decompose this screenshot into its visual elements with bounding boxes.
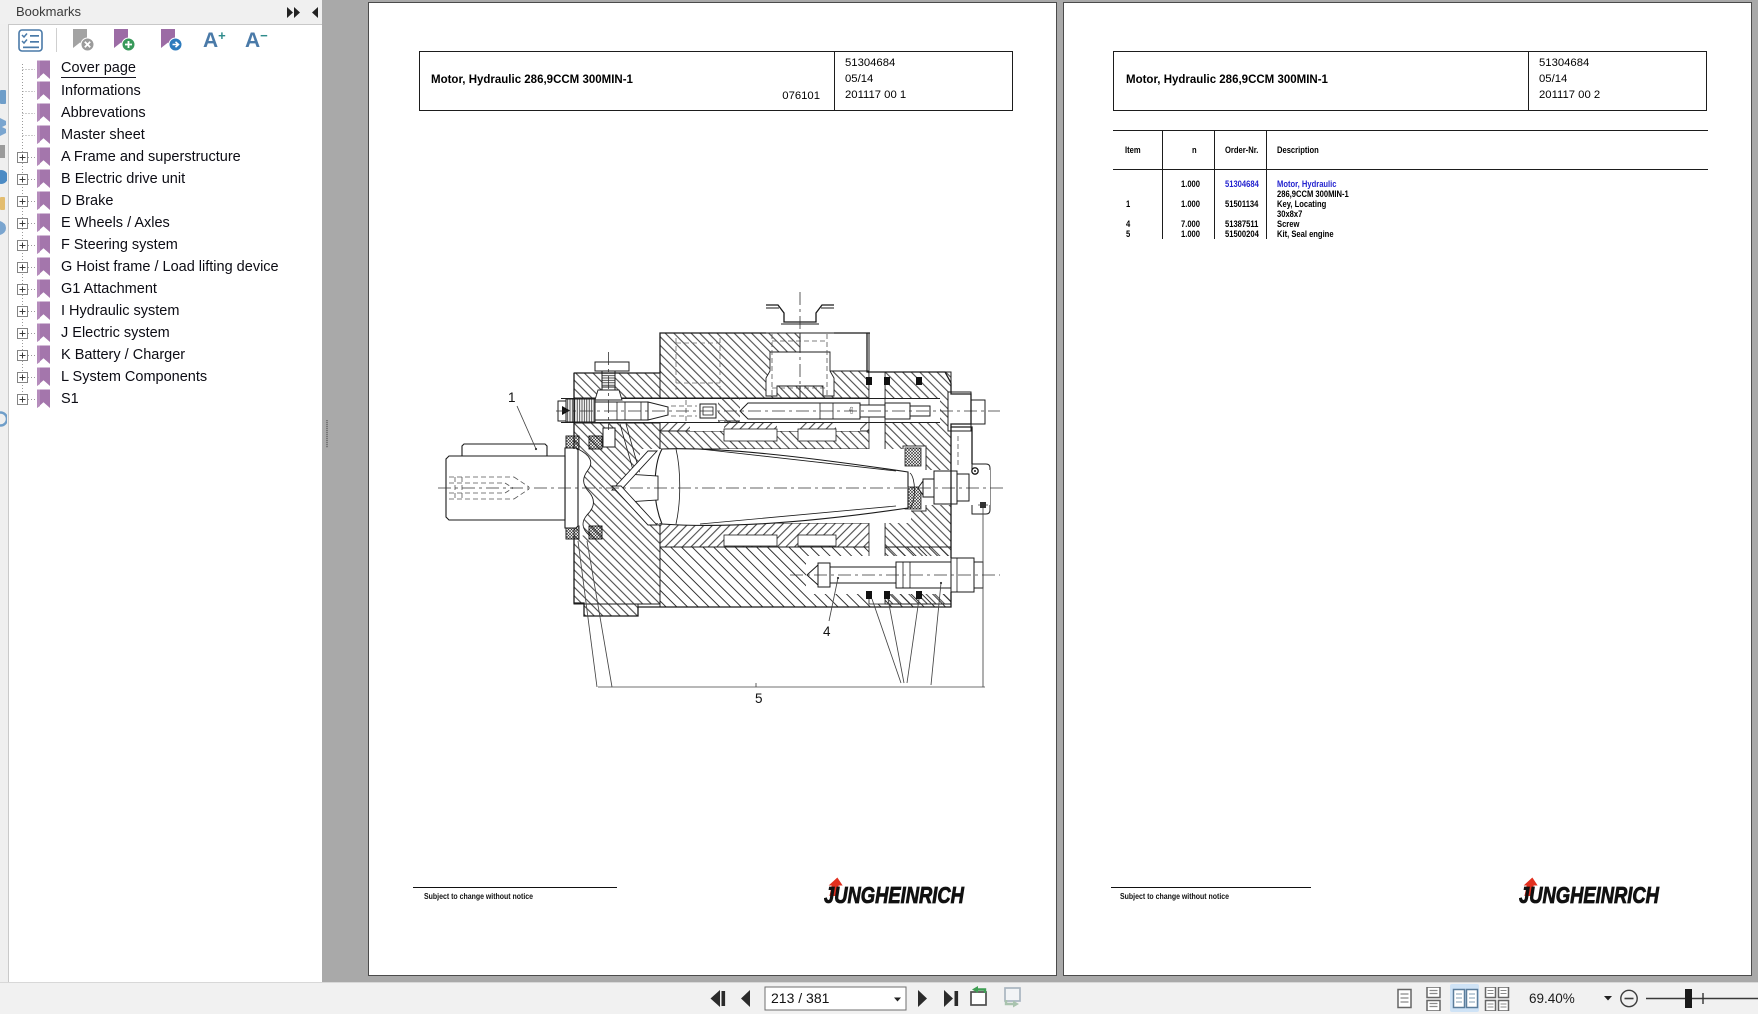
svg-text:1: 1 xyxy=(508,390,516,405)
svg-text:5: 5 xyxy=(755,691,763,706)
svg-text:JUNGHEINRICH: JUNGHEINRICH xyxy=(1519,883,1660,906)
svg-text:4: 4 xyxy=(823,624,831,639)
svg-text:213 / 381: 213 / 381 xyxy=(771,990,830,1006)
svg-text:cfb: cfb xyxy=(849,407,855,414)
svg-text:JUNGHEINRICH: JUNGHEINRICH xyxy=(824,883,965,906)
